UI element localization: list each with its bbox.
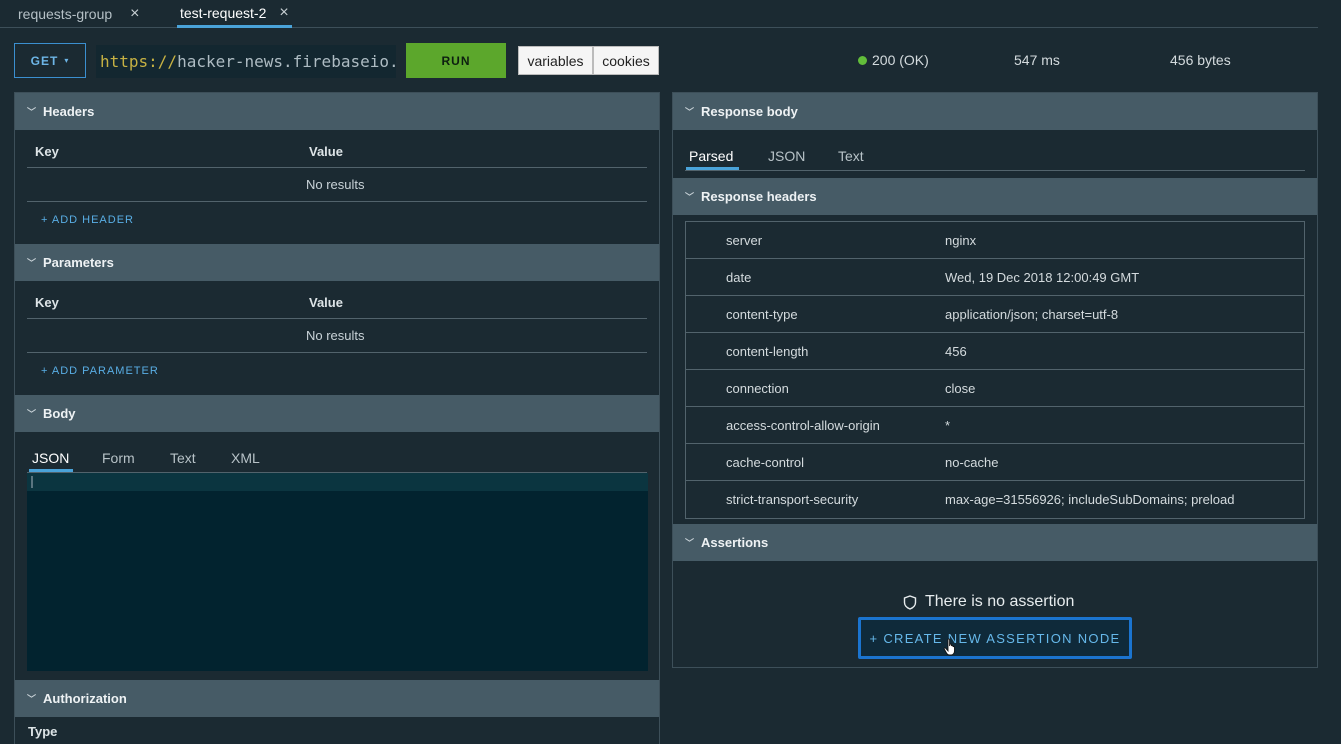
method-label: GET xyxy=(30,53,59,68)
table-row: content-type application/json; charset=u… xyxy=(686,296,1304,333)
close-icon[interactable]: × xyxy=(279,4,288,21)
section-title: Assertions xyxy=(701,535,769,550)
response-tab-json[interactable]: JSON xyxy=(768,148,805,164)
url-host: hacker-news.firebaseio. xyxy=(177,52,396,71)
header-value: max-age=31556926; includeSubDomains; pre… xyxy=(945,492,1235,507)
shield-icon xyxy=(903,594,917,610)
create-assertion-button[interactable]: + CREATE NEW ASSERTION NODE xyxy=(858,617,1132,659)
no-assertion-message: There is no assertion xyxy=(903,593,1074,611)
table-row: date Wed, 19 Dec 2018 12:00:49 GMT xyxy=(686,259,1304,296)
section-title: Headers xyxy=(43,104,95,119)
table-row: access-control-allow-origin * xyxy=(686,407,1304,444)
method-select[interactable]: GET ▾ xyxy=(14,43,86,78)
request-panel: ﹀ Headers Key Value No results + ADD HEA… xyxy=(14,92,660,744)
body-tab-text[interactable]: Text xyxy=(170,450,196,466)
chevron-down-icon: ﹀ xyxy=(27,694,37,704)
body-tab-json[interactable]: JSON xyxy=(32,450,69,466)
chevron-down-icon: ﹀ xyxy=(685,538,695,548)
chevron-down-icon: ﹀ xyxy=(27,409,37,419)
auth-type-label: Type xyxy=(28,724,58,739)
section-title: Response headers xyxy=(701,189,817,204)
header-value: no-cache xyxy=(945,455,999,470)
url-protocol: https:// xyxy=(100,52,178,71)
response-headers-table: server nginx date Wed, 19 Dec 2018 12:00… xyxy=(685,221,1305,519)
divider xyxy=(27,352,647,353)
divider xyxy=(27,167,647,168)
chevron-down-icon: ▾ xyxy=(64,56,70,65)
tab-test-request-2[interactable]: test-request-2 × xyxy=(177,0,292,28)
section-title: Parameters xyxy=(43,255,114,270)
response-body-section-header[interactable]: ﹀ Response body xyxy=(673,93,1317,130)
divider xyxy=(27,318,647,319)
header-key: content-length xyxy=(726,344,809,359)
editor-active-line xyxy=(27,473,648,491)
json-body-editor[interactable] xyxy=(27,473,648,671)
body-tab-form[interactable]: Form xyxy=(102,450,135,466)
header-value: close xyxy=(945,381,976,396)
header-key: content-type xyxy=(726,307,798,322)
section-title: Authorization xyxy=(43,691,127,706)
table-row: cache-control no-cache xyxy=(686,444,1304,481)
parameters-section-header[interactable]: ﹀ Parameters xyxy=(15,244,659,281)
hand-cursor-icon xyxy=(943,638,955,656)
response-time: 547 ms xyxy=(1014,52,1060,68)
parameters-empty-text: No results xyxy=(306,328,365,343)
header-key: server xyxy=(726,233,763,248)
status-code: 200 (OK) xyxy=(858,52,929,68)
add-parameter-button[interactable]: + ADD PARAMETER xyxy=(41,365,159,377)
text-cursor xyxy=(31,476,33,488)
no-assertion-text: There is no assertion xyxy=(925,593,1075,610)
response-size: 456 bytes xyxy=(1170,52,1231,68)
divider xyxy=(27,201,647,202)
headers-empty-text: No results xyxy=(306,177,365,192)
body-section-header[interactable]: ﹀ Body xyxy=(15,395,659,432)
key-column-header: Key xyxy=(35,144,59,159)
table-row: server nginx xyxy=(686,222,1304,259)
tab-requests-group[interactable]: requests-group × xyxy=(18,0,140,28)
run-button[interactable]: RUN xyxy=(406,43,506,78)
tab-bar: requests-group × test-request-2 × xyxy=(0,0,1318,28)
value-column-header: Value xyxy=(309,144,343,159)
cookies-button[interactable]: cookies xyxy=(593,46,659,75)
divider xyxy=(685,170,1305,171)
assertions-section-header[interactable]: ﹀ Assertions xyxy=(673,524,1317,561)
value-column-header: Value xyxy=(309,295,343,310)
header-value: nginx xyxy=(945,233,977,248)
response-tab-parsed[interactable]: Parsed xyxy=(689,148,733,164)
status-dot-icon xyxy=(858,56,867,65)
table-row: connection close xyxy=(686,370,1304,407)
header-value: application/json; charset=utf-8 xyxy=(945,307,1119,322)
header-key: cache-control xyxy=(726,455,805,470)
headers-section-header[interactable]: ﹀ Headers xyxy=(15,93,659,130)
url-input[interactable]: https://hacker-news.firebaseio. xyxy=(96,45,396,78)
body-tab-xml[interactable]: XML xyxy=(231,450,260,466)
header-key: connection xyxy=(726,381,789,396)
response-tab-text[interactable]: Text xyxy=(838,148,864,164)
add-header-button[interactable]: + ADD HEADER xyxy=(41,214,134,226)
section-title: Response body xyxy=(701,104,798,119)
status-code-text: 200 (OK) xyxy=(872,52,929,68)
close-icon[interactable]: × xyxy=(130,6,139,22)
response-headers-section-header[interactable]: ﹀ Response headers xyxy=(673,178,1317,215)
section-title: Body xyxy=(43,406,76,421)
variables-button[interactable]: variables xyxy=(518,46,593,75)
header-key: date xyxy=(726,270,752,285)
chevron-down-icon: ﹀ xyxy=(685,107,695,117)
header-key: access-control-allow-origin xyxy=(726,418,880,433)
response-panel: ﹀ Response body Parsed JSON Text ﹀ Respo… xyxy=(672,92,1318,668)
tab-label: requests-group xyxy=(18,6,113,22)
chevron-down-icon: ﹀ xyxy=(27,107,37,117)
table-row: content-length 456 xyxy=(686,333,1304,370)
header-value: 456 xyxy=(945,344,967,359)
chevron-down-icon: ﹀ xyxy=(27,258,37,268)
chevron-down-icon: ﹀ xyxy=(685,192,695,202)
header-key: strict-transport-security xyxy=(726,492,859,507)
authorization-section-header[interactable]: ﹀ Authorization xyxy=(15,680,659,717)
header-value: * xyxy=(945,418,951,433)
header-value: Wed, 19 Dec 2018 12:00:49 GMT xyxy=(945,270,1140,285)
table-row: strict-transport-security max-age=315569… xyxy=(686,481,1304,518)
tab-label: test-request-2 xyxy=(180,4,267,21)
key-column-header: Key xyxy=(35,295,59,310)
